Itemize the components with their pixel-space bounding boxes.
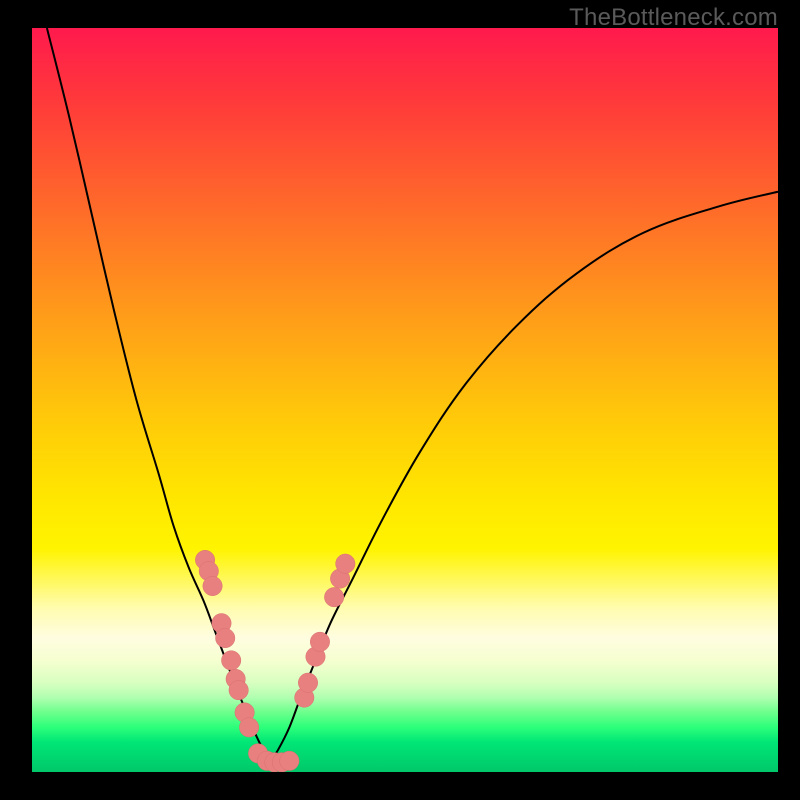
plot-area [32,28,778,772]
left-curve [47,28,271,761]
data-point [298,673,317,692]
data-point [229,680,248,699]
data-points [195,550,355,772]
right-curve [271,192,778,761]
data-point [310,632,329,651]
watermark-label: TheBottleneck.com [569,4,778,32]
chart-svg [32,28,778,772]
data-point [216,628,235,647]
chart-frame: TheBottleneck.com [0,0,800,800]
data-point [221,651,240,670]
data-point [203,576,222,595]
data-point [280,751,299,770]
data-point [336,554,355,573]
data-point [239,718,258,737]
data-point [324,587,343,606]
